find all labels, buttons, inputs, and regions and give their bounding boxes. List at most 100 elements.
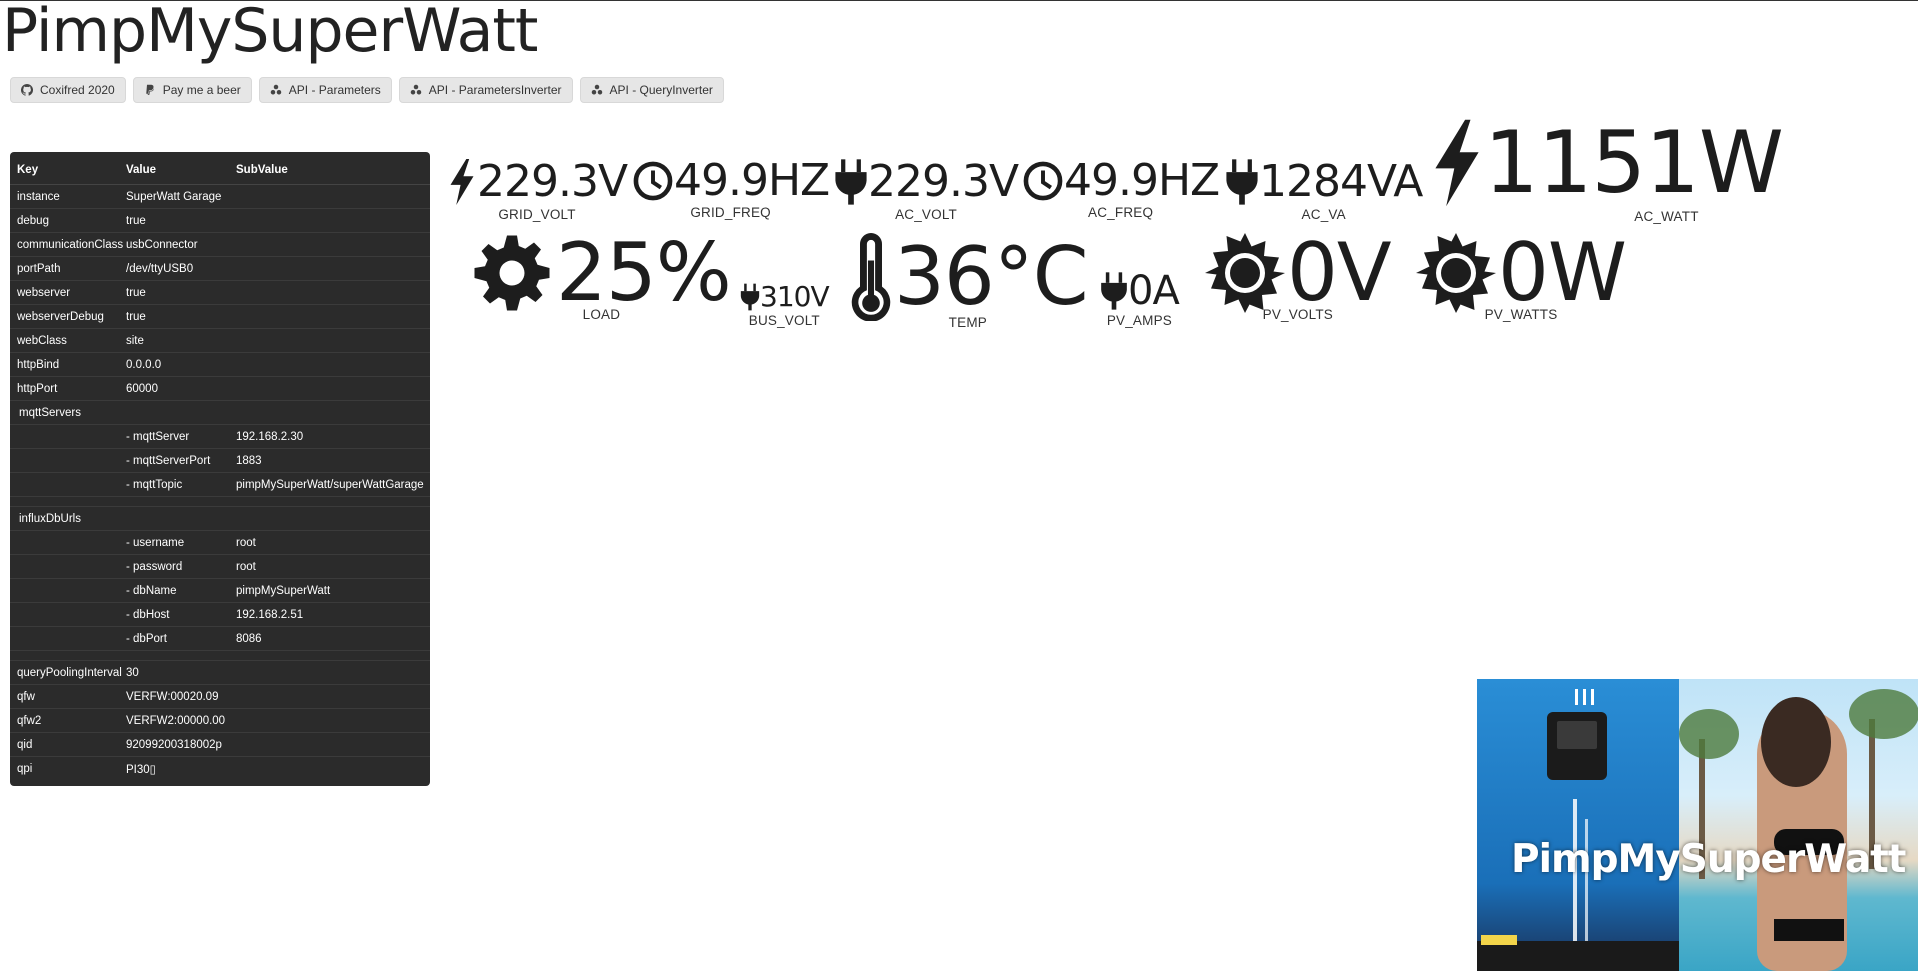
gauge-ac-freq: 49.9HZ AC_FREQ [1022,155,1220,220]
gauge-label: AC_VOLT [895,207,957,222]
gauge-label: BUS_VOLT [748,313,820,328]
link-bar: Coxifred 2020 Pay me a beer API - Parame… [10,77,724,103]
row-subvalue: 192.168.2.30 [236,430,304,443]
row-value: - username [126,536,185,549]
table-row: httpPort 60000 [10,377,430,401]
api-parameters-inverter-button[interactable]: API - ParametersInverter [398,77,573,103]
inverter-picture [1477,679,1679,971]
row-key: qfw2 [17,714,42,727]
row-subvalue: root [236,536,256,549]
row-value: - dbHost [126,608,170,621]
plug-icon [1226,159,1258,205]
row-key: webserverDebug [17,310,104,323]
table-row: portPath/dev/ttyUSB0 [10,257,430,281]
table-row: - dbHost 192.168.2.51 [10,603,430,627]
gauge-label: AC_WATT [1634,209,1699,224]
table-row: - mqttServer 192.168.2.30 [10,425,430,449]
beach-picture [1679,679,1918,971]
row-subvalue: 8086 [236,632,262,645]
api-icon [410,84,422,95]
bolt-icon [450,159,474,205]
header-subvalue: SubValue [236,163,288,176]
table-row: webserver true [10,281,430,305]
gauge-value: 229.3V [477,156,628,207]
table-row: queryPoolingInterval 30 [10,661,430,685]
link-label: Coxifred 2020 [40,83,115,97]
row-key: webserver [17,286,71,299]
row-value: true [126,214,146,227]
row-subvalue: root [236,560,256,573]
gauge-value: 229.3V [868,156,1019,207]
row-value: - dbPort [126,632,167,645]
api-parameters-button[interactable]: API - Parameters [258,77,392,103]
gauge-value: 25% [556,226,732,319]
table-row: - dbName pimpMySuperWatt [10,579,430,603]
table-row: communicationClass usbConnector [10,233,430,257]
table-row: qfw VERFW:00020.09 [10,685,430,709]
row-key: communicationClass [17,238,124,251]
paypal-link-button[interactable]: Pay me a beer [132,77,252,103]
api-icon [591,84,602,95]
gauge-label: TEMP [948,315,987,330]
plug-icon [835,159,867,205]
gauge-temp: 36°C TEMP [848,233,1089,330]
gauge-value: 49.9HZ [674,155,830,206]
gauge-load: 25% LOAD [472,226,732,322]
table-group-row-influx: influxDbUrls [10,507,430,531]
row-key: portPath [17,262,61,275]
gauge-label: GRID_VOLT [498,207,576,222]
row-value: - mqttTopic [126,478,183,491]
gauge-value: 0W [1498,226,1627,319]
row-key: queryPoolingInterval [17,666,122,679]
config-table: Key Value SubValue instance SuperWatt Gar… [10,152,430,786]
gauge-pv-watts: 0W PV_WATTS [1416,226,1627,322]
row-key: debug [17,214,49,227]
row-key: qfw [17,690,35,703]
gauge-bus-volt: 310V BUS_VOLT [740,283,830,328]
sun-icon [1416,233,1496,313]
gear-icon [474,235,550,311]
plug-icon [740,283,760,311]
gauge-value: 49.9HZ [1064,155,1220,206]
row-value: usbConnector [126,238,198,251]
row-value: - mqttServerPort [126,454,211,467]
table-row: webserverDebug true [10,305,430,329]
gauge-label: GRID_FREQ [690,205,771,220]
api-icon [270,84,282,95]
table-row: httpBind 0.0.0.0 [10,353,430,377]
paypal-icon [145,84,154,95]
group-key: mqttServers [19,406,81,419]
link-label: API - QueryInverter [609,83,713,97]
row-value: PI30▯ [126,764,156,776]
table-row: - password root [10,555,430,579]
table-group-row-mqtt: mqttServers [10,401,430,425]
row-key: qpi [17,763,33,775]
gauge-grid-volt: 229.3V GRID_VOLT [447,156,628,222]
row-value: true [126,286,146,299]
row-value: VERFW:00020.09 [126,690,219,703]
row-subvalue: pimpMySuperWatt [236,584,331,597]
gauge-label: PV_WATTS [1484,307,1558,322]
table-row: qid 92099200318002p [10,733,430,757]
gauge-value: 1284VA [1259,156,1423,207]
gauge-grid-freq: 49.9HZ GRID_FREQ [632,155,830,220]
table-row: webClass site [10,329,430,353]
row-value: VERFW2:00000.00 [126,714,226,727]
table-spacer [10,497,430,507]
bolt-icon [1435,119,1479,207]
row-value: 92099200318002p [126,738,222,751]
row-value: 60000 [126,382,158,395]
sun-icon [1205,233,1285,313]
promo-title: PimpMySuperWatt [1511,837,1906,882]
gauge-label: LOAD [582,307,621,322]
page-title: PimpMySuperWatt [2,0,538,66]
table-row: qpi PI30▯ [10,757,430,781]
row-key: webClass [17,334,67,347]
api-query-inverter-button[interactable]: API - QueryInverter [579,77,724,103]
table-row: - mqttTopic pimpMySuperWatt/superWattGara… [10,473,430,497]
github-link-button[interactable]: Coxifred 2020 [10,77,126,103]
group-key: influxDbUrls [19,512,81,525]
thermometer-icon [851,233,891,321]
row-subvalue: 192.168.2.51 [236,608,304,621]
table-spacer [10,651,430,661]
